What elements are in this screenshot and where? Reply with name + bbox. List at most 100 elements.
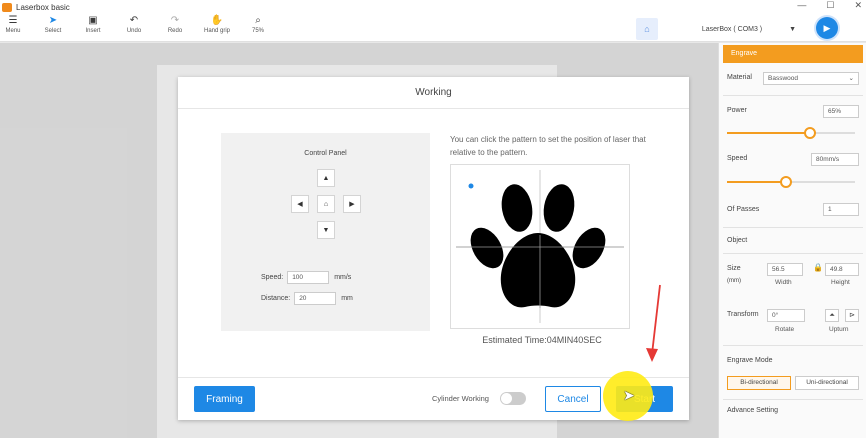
divider	[723, 95, 863, 96]
window-controls: — ☐ ✕	[797, 0, 862, 11]
cylinder-working-label: Cylinder Working	[432, 394, 489, 403]
flip-vertical-icon[interactable]: ⏶	[825, 309, 839, 322]
control-speed-input[interactable]: 100	[287, 271, 330, 284]
power-input[interactable]: 65%	[823, 105, 859, 118]
arrow-up-icon: ▲	[322, 174, 330, 182]
estimated-time: Estimated Time:04MIN40SEC	[482, 335, 602, 345]
toolbar-undo-label: Undo	[126, 28, 142, 34]
height-label: Height	[831, 279, 850, 286]
toolbar-menu-button[interactable]: ☰ Menu	[0, 14, 33, 35]
toolbar-select-button[interactable]: ➤ Select	[33, 14, 73, 35]
power-slider-fill	[727, 132, 811, 134]
rotate-label: Rotate	[775, 326, 795, 333]
power-label: Power	[727, 107, 747, 114]
power-slider[interactable]	[727, 127, 855, 139]
arrow-left-icon: ◀	[297, 201, 303, 208]
working-dialog: Working Control Panel ▲ ◀ ⌂ ▶ ▼ Speed: 1…	[178, 77, 689, 420]
chevron-down-icon: ⌄	[848, 75, 854, 82]
rotate-input[interactable]: 0°	[767, 309, 805, 322]
minimize-icon[interactable]: —	[797, 0, 806, 11]
divider	[723, 399, 863, 400]
mode-bi-directional-button[interactable]: Bi-directional	[727, 376, 791, 390]
toolbar-hand-grip-label: Hand grip	[203, 28, 230, 34]
toolbar-menu-label: Menu	[5, 28, 21, 34]
insert-icon: ▣	[88, 15, 98, 26]
redo-icon: ↷	[170, 15, 180, 26]
dialog-header: Working	[178, 77, 689, 109]
toolbar-undo-button[interactable]: ↶ Undo	[114, 14, 154, 35]
advance-setting-label[interactable]: Advance Setting	[727, 407, 778, 414]
passes-input[interactable]: 1	[823, 203, 859, 216]
dialog-title: Working	[415, 87, 452, 98]
device-select[interactable]: LaserBox ( COM3 ) ▼	[660, 20, 804, 38]
speed-slider-fill	[727, 181, 786, 183]
device-select-value: LaserBox ( COM3 )	[701, 25, 763, 33]
divider	[723, 253, 863, 254]
toolbar-redo-label: Redo	[167, 28, 183, 34]
home-button[interactable]: ⌂	[317, 195, 335, 213]
hand-icon: ✋	[210, 15, 224, 26]
speed-label: Speed	[727, 155, 748, 162]
speed-slider[interactable]	[727, 176, 855, 188]
framing-button[interactable]: Framing	[194, 386, 255, 412]
properties-panel: Engrave Material Basswood ⌄ Power 65% Sp…	[718, 43, 866, 438]
close-icon[interactable]: ✕	[854, 0, 862, 11]
arrow-right-icon: ▶	[349, 201, 355, 208]
maximize-icon[interactable]: ☐	[826, 0, 834, 11]
control-distance-unit: mm	[341, 295, 353, 302]
arrow-down-icon: ▼	[322, 226, 330, 234]
toolbar-redo-button[interactable]: ↷ Redo	[155, 14, 195, 35]
size-unit-label: (mm)	[727, 278, 741, 284]
flip-horizontal-icon[interactable]: ⊳	[845, 309, 859, 322]
control-speed-label: Speed:	[261, 274, 284, 281]
passes-label: Of Passes	[727, 206, 760, 213]
speed-input[interactable]: 80mm/s	[811, 153, 859, 166]
control-distance-row: Distance: 20 mm	[261, 292, 353, 305]
material-select[interactable]: Basswood ⌄	[763, 72, 859, 85]
object-label: Object	[727, 237, 748, 244]
toolbar-select-label: Select	[44, 28, 62, 34]
cylinder-working-toggle[interactable]	[500, 392, 526, 405]
divider	[723, 345, 863, 346]
mode-uni-directional-button[interactable]: Uni-directional	[795, 376, 859, 390]
size-label: Size	[727, 265, 741, 272]
move-down-button[interactable]: ▼	[317, 221, 335, 239]
control-speed-unit: mm/s	[334, 274, 352, 281]
app-title: Laserbox basic	[16, 2, 70, 12]
home-icon: ⌂	[323, 200, 329, 208]
width-input[interactable]: 56.5	[767, 263, 803, 276]
height-input[interactable]: 49.8	[825, 263, 859, 276]
width-label: Width	[775, 279, 792, 286]
tab-engrave[interactable]: Engrave	[723, 45, 863, 63]
cancel-button[interactable]: Cancel	[545, 386, 601, 412]
position-hint: You can click the pattern to set the pos…	[450, 135, 646, 157]
annotation-arrow	[646, 284, 661, 362]
pattern-preview[interactable]	[450, 164, 630, 329]
move-right-button[interactable]: ▶	[343, 195, 361, 213]
paw-pattern-image[interactable]	[451, 165, 629, 328]
laser-position-dot	[468, 183, 474, 189]
run-button[interactable]: ▶	[816, 17, 838, 39]
transform-label: Transform	[727, 311, 759, 318]
toolbar-zoom-label: 75%	[251, 28, 264, 34]
upturn-label: Upturn	[829, 326, 849, 333]
move-left-button[interactable]: ◀	[291, 195, 309, 213]
toolbar-insert-button[interactable]: ▣ Insert	[73, 14, 113, 35]
control-panel: Control Panel ▲ ◀ ⌂ ▶ ▼ Speed: 100 mm/s …	[221, 133, 430, 331]
speed-slider-thumb[interactable]	[779, 176, 792, 188]
control-panel-title: Control Panel	[304, 150, 347, 157]
toolbar-insert-label: Insert	[85, 28, 101, 34]
toolbar-zoom-button[interactable]: ⌕ 75%	[238, 14, 278, 35]
divider	[723, 227, 863, 228]
play-icon: ▶	[823, 22, 831, 33]
toolbar-hand-grip-button[interactable]: ✋ Hand grip	[197, 14, 237, 35]
power-slider-thumb[interactable]	[804, 127, 817, 139]
move-up-button[interactable]: ▲	[317, 169, 335, 187]
control-distance-input[interactable]: 20	[294, 292, 337, 305]
connection-icon[interactable]: ⌂	[636, 18, 658, 40]
toggle-knob	[501, 393, 512, 404]
lock-icon[interactable]: 🔒	[813, 263, 823, 272]
zoom-icon: ⌕	[255, 15, 261, 26]
mouse-pointer-icon: ➤	[623, 387, 635, 403]
chevron-down-icon: ▼	[789, 25, 796, 33]
